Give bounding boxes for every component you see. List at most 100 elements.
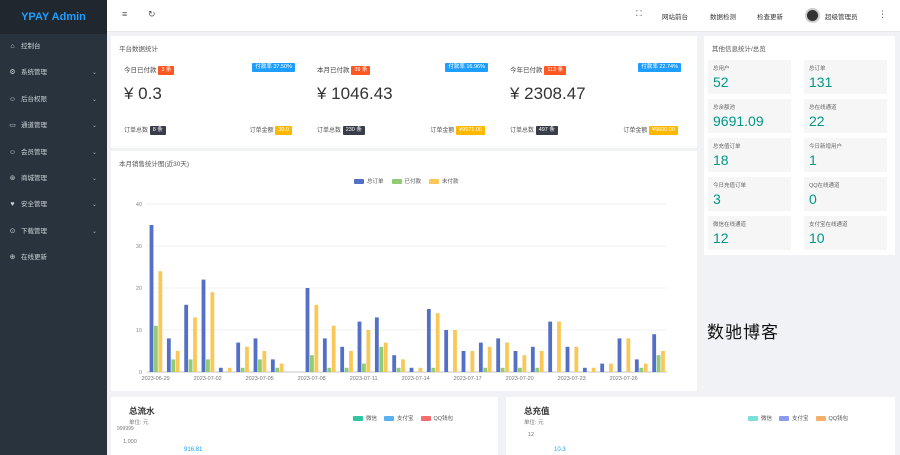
y-tick-label: 20 [136, 286, 142, 292]
overview-tile-1: 总订单 131 [804, 60, 887, 94]
overview-tile-value: 18 [713, 152, 729, 168]
sidebar-item-7[interactable]: ⊙ 下载管理 ⌄ [0, 219, 107, 245]
pay-rate-badge: 付款率 22.74% [638, 63, 681, 72]
recharge-legend: 微信 支付宝 QQ钱包 [748, 414, 848, 422]
home-icon: ⌂ [10, 43, 15, 50]
paid-amount: ¥ 0.3 [124, 84, 162, 103]
app-logo[interactable]: YPAY Admin [0, 0, 107, 34]
order-total-badge: 497 条 [535, 125, 558, 135]
order-total: 订单总数 230 条 [317, 125, 365, 135]
sidebar-item-5[interactable]: ⊛ 商城管理 ⌄ [0, 166, 107, 192]
order-amount-label: 订单金额 [249, 128, 274, 134]
bar-unpaid [470, 351, 475, 372]
bar-total [253, 338, 258, 372]
bar-paid [154, 325, 158, 372]
avatar[interactable] [805, 8, 820, 23]
overview-tile-label: 总订单 [809, 66, 826, 72]
x-tick-label: 2023-07-11 [350, 376, 378, 382]
stat-label: 今日已付款 3 条 [124, 64, 175, 75]
overview-tile-5: 今日新增用户 1 [804, 138, 887, 172]
recharge-legend-alipay-swatch [779, 415, 790, 421]
bar-paid [171, 359, 176, 372]
overview-tile-label: QQ在线通道 [809, 183, 840, 189]
sidebar-item-label: 通道管理 [21, 122, 47, 130]
chevron-down-icon: ⌄ [91, 149, 97, 156]
overview-tile-4: 总充值订单 18 [708, 138, 791, 172]
sidebar-item-0[interactable]: ⌂ 控制台 [0, 34, 107, 60]
bar-paid [240, 367, 245, 372]
sidebar: YPAY Admin ⌂ 控制台 ⚙ 系统管理 ⌄ ☺ 后台权限 ⌄ ▭ 通道管理 ⌄ ☺ 会员管理 ⌄ ⊛… [0, 0, 107, 455]
bar-unpaid [435, 313, 440, 372]
recharge-legend-qq[interactable]: QQ钱包 [829, 414, 849, 422]
overview-tile-label: 微信在线通道 [713, 222, 747, 228]
header-link-check-update[interactable]: 检查更新 [757, 11, 783, 21]
bar-total [652, 334, 657, 372]
bar-paid [344, 367, 349, 372]
sidebar-item-label: 控制台 [21, 43, 41, 50]
sidebar-item-label: 后台权限 [21, 95, 47, 103]
order-amount-badge: ¥9600.00 [649, 125, 678, 135]
bar-unpaid [210, 292, 215, 372]
bar-unpaid [262, 351, 267, 372]
header-link-frontend[interactable]: 网站前台 [662, 11, 688, 21]
bar-unpaid [279, 363, 284, 372]
flow-legend-wechat-swatch [353, 415, 363, 421]
user-icon: ☺ [8, 95, 17, 103]
bar-total [184, 304, 189, 372]
paid-amount: ¥ 1046.43 [317, 84, 393, 103]
bar-total [322, 338, 327, 372]
stat-box-0: 今日已付款 3 条 付款率 37.50% ¥ 0.3 订单总数 8 条 订单金额 30.… [115, 57, 301, 145]
sidebar-item-label: 系统管理 [21, 69, 47, 77]
overview-tile-0: 总用户 52 [708, 60, 791, 94]
bar-paid [431, 367, 436, 372]
recharge-legend-wechat[interactable]: 微信 [761, 414, 772, 422]
sidebar-item-8[interactable]: ⊕ 在线更新 [0, 245, 107, 271]
overview-tile-value: 9691.09 [713, 113, 764, 129]
bar-total [340, 346, 345, 372]
overview-tile-value: 0 [809, 191, 817, 207]
bar-total [600, 363, 605, 372]
recharge-legend-alipay[interactable]: 支付宝 [792, 414, 809, 422]
stat-label-text: 今年已付款 [510, 67, 543, 74]
bar-total [548, 321, 553, 372]
watermark: 数驰博客 [707, 323, 779, 343]
bar-total [565, 346, 570, 372]
more-icon[interactable]: ⋮ [878, 9, 887, 20]
header-link-data-check[interactable]: 数据检测 [710, 11, 736, 21]
flow-peak-label: 916.81 [184, 447, 203, 453]
overview-tile-label: 总余额池 [713, 105, 736, 111]
bar-total [409, 367, 414, 372]
overview-tile-8: 微信在线通道 12 [708, 216, 791, 250]
menu-toggle-icon[interactable]: ≡ [122, 9, 127, 19]
overview-tile-label: 总充值订单 [713, 144, 741, 150]
refresh-icon[interactable]: ↻ [148, 9, 156, 20]
bar-unpaid [643, 363, 648, 372]
sidebar-item-3[interactable]: ▭ 通道管理 ⌄ [0, 113, 107, 139]
bar-total [634, 359, 639, 372]
order-amount: 订单金额 30.0 [250, 125, 292, 135]
flow-legend-wechat[interactable]: 微信 [366, 414, 377, 422]
user-name[interactable]: 超级管理员 [825, 11, 858, 21]
chevron-down-icon: ⌄ [91, 228, 97, 235]
paid-amount: ¥ 2308.47 [510, 84, 586, 103]
chevron-down-icon: ⌄ [91, 70, 97, 77]
flow-legend-alipay[interactable]: 支付宝 [397, 414, 414, 422]
flow-legend-qq-swatch [420, 415, 431, 421]
sidebar-item-2[interactable]: ☺ 后台权限 ⌄ [0, 87, 107, 113]
order-total-label: 订单总数 [510, 128, 535, 134]
sidebar-item-1[interactable]: ⚙ 系统管理 ⌄ [0, 60, 107, 86]
sidebar-item-4[interactable]: ☺ 会员管理 ⌄ [0, 140, 107, 166]
bar-total [617, 338, 622, 372]
bar-unpaid [487, 346, 492, 372]
sidebar-item-6[interactable]: ♥ 安全管理 ⌄ [0, 192, 107, 218]
bar-paid [518, 367, 522, 372]
fullscreen-icon[interactable]: ⛶ [636, 9, 642, 19]
shield-icon: ♥ [10, 201, 15, 209]
bar-total [270, 359, 275, 372]
order-amount-label: 订单金额 [430, 128, 455, 134]
overview-tile-label: 今日新增用户 [809, 144, 843, 150]
x-tick-label: 2023-07-26 [610, 376, 638, 382]
bar-paid [327, 367, 332, 372]
sidebar-item-label: 商城管理 [21, 174, 47, 182]
flow-legend-qq[interactable]: QQ钱包 [434, 414, 454, 422]
